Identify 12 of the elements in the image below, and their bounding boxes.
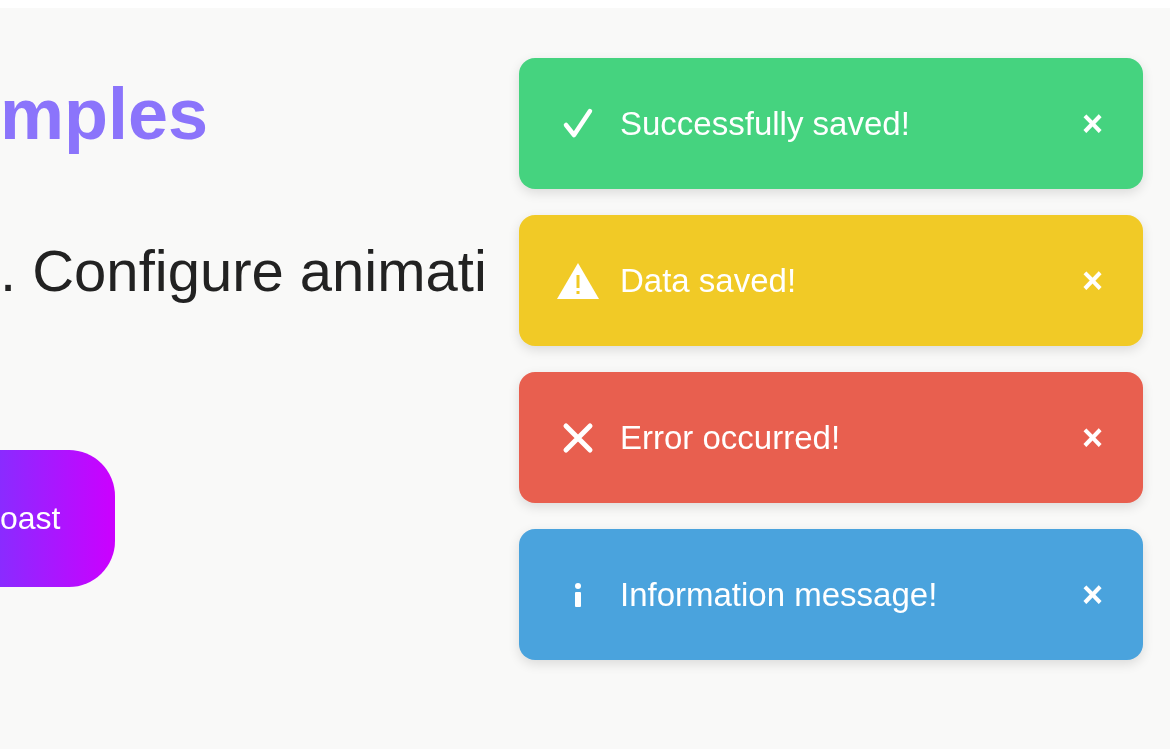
close-button[interactable]: × — [1081, 262, 1103, 299]
toast-message: Successfully saved! — [620, 104, 911, 143]
toast-button[interactable]: oast — [0, 450, 115, 587]
toast-message: Data saved! — [620, 261, 798, 300]
info-icon — [573, 582, 583, 607]
warning-icon — [556, 261, 600, 300]
error-icon — [562, 421, 594, 454]
toast-message: Information message! — [620, 575, 939, 614]
close-button[interactable]: × — [1081, 576, 1103, 613]
toast-message: Error occurred! — [620, 418, 842, 457]
close-button[interactable]: × — [1081, 105, 1103, 142]
close-button[interactable]: × — [1081, 419, 1103, 456]
